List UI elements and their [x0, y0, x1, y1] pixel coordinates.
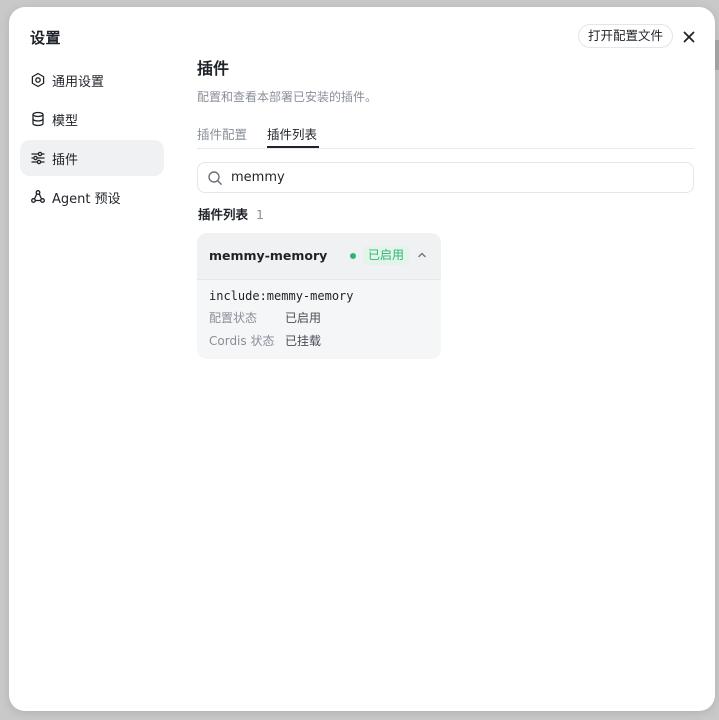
chevron-up-icon [418, 252, 426, 258]
sidebar-item-agent-presets[interactable]: Agent 预设 [20, 179, 164, 215]
plugin-include: include:memmy-memory [209, 289, 354, 303]
gear-icon [30, 72, 46, 88]
detail-key: Cordis 状态 [209, 334, 275, 348]
plugin-name: memmy-memory [209, 248, 328, 263]
close-icon [683, 31, 695, 43]
plugin-card-header[interactable]: memmy-memory 已启用 [197, 233, 441, 280]
modal-title: 设置 [30, 29, 62, 47]
active-tab-indicator [267, 146, 319, 148]
sliders-icon [30, 150, 46, 166]
sidebar-item-models[interactable]: 模型 [20, 101, 164, 137]
tab-divider [197, 148, 694, 149]
sidebar-item-label: Agent 预设 [52, 191, 121, 207]
tab-plugin-config[interactable]: 插件配置 [197, 124, 247, 148]
settings-modal: 设置 打开配置文件 通用设置 模型 插件 Agent 预设 插件 配置和查看本部… [9, 7, 715, 711]
sidebar-item-plugins[interactable]: 插件 [20, 140, 164, 176]
database-icon [30, 111, 46, 127]
search-input[interactable] [231, 170, 651, 185]
sidebar-item-label: 模型 [52, 113, 79, 129]
plugin-list-header: 插件列表 1 [198, 204, 264, 223]
detail-value: 已挂载 [285, 334, 322, 348]
sidebar-item-general[interactable]: 通用设置 [20, 62, 164, 98]
status-dot [350, 253, 356, 259]
detail-row: Cordis 状态 已挂载 [209, 332, 354, 349]
sidebar-item-label: 通用设置 [52, 74, 105, 90]
tab-plugin-list[interactable]: 插件列表 [267, 124, 317, 148]
plugin-count: 1 [256, 207, 264, 222]
plugin-list-title: 插件列表 [198, 207, 249, 222]
page-title: 插件 [197, 59, 230, 78]
detail-key: 配置状态 [209, 311, 258, 325]
status-badge: 已启用 [363, 246, 410, 265]
detail-row: 配置状态 已启用 [209, 309, 354, 326]
open-config-file-button[interactable]: 打开配置文件 [578, 24, 674, 48]
sidebar-item-label: 插件 [52, 152, 79, 168]
plugin-card-body: include:memmy-memory 配置状态 已启用 Cordis 状态 … [209, 289, 354, 349]
collapse-button[interactable] [415, 248, 429, 262]
page-description: 配置和查看本部署已安装的插件。 [197, 90, 378, 104]
search-icon [207, 170, 223, 186]
search-box[interactable] [197, 162, 694, 193]
close-button[interactable] [679, 27, 699, 47]
agent-icon [30, 189, 46, 205]
detail-value: 已启用 [285, 311, 322, 325]
plugin-card: memmy-memory 已启用 include:memmy-memory 配置… [197, 233, 441, 359]
